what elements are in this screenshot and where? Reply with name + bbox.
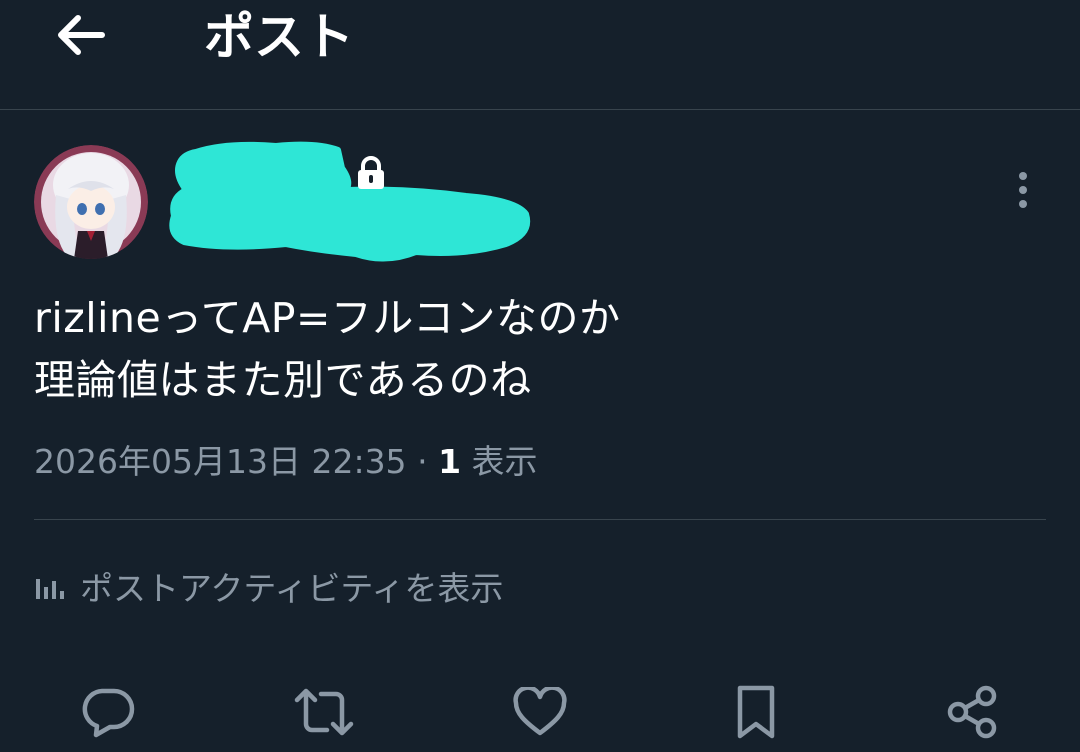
- post-text: rizlineってAP=フルコンなのか 理論値はまた別であるのね: [34, 287, 1044, 411]
- post-activity-label: ポストアクティビティを表示: [80, 569, 504, 608]
- post-activity-button[interactable]: ポストアクティビティを表示: [34, 560, 503, 612]
- timestamp[interactable]: 2026年05月13日 22:35: [34, 442, 407, 481]
- reply-icon: [80, 685, 136, 739]
- display-name-redacted[interactable]: [166, 138, 532, 266]
- views-count: 1: [438, 442, 462, 481]
- post-detail-screen: ポスト rizlineってAP=フルコンなのか 理論値はまた別であるのね 202…: [0, 0, 1080, 752]
- more-vertical-icon: [1017, 170, 1029, 210]
- share-button[interactable]: [940, 680, 1004, 744]
- like-button[interactable]: [508, 680, 572, 744]
- repost-icon: [293, 686, 355, 738]
- post-text-line: 理論値はまた別であるのね: [34, 356, 532, 404]
- repost-button[interactable]: [292, 680, 356, 744]
- bookmark-icon: [734, 684, 778, 740]
- post-text-line: rizlineってAP=フルコンなのか: [34, 294, 621, 342]
- post-meta: 2026年05月13日 22:35 · 1 表示: [34, 438, 538, 486]
- page-title: ポスト: [204, 8, 354, 66]
- avatar[interactable]: [34, 145, 148, 259]
- back-button[interactable]: [50, 8, 110, 62]
- views-label: 表示: [471, 442, 538, 481]
- bookmark-button[interactable]: [724, 680, 788, 744]
- meta-separator: ·: [417, 442, 428, 481]
- arrow-left-icon: [54, 13, 106, 57]
- reply-button[interactable]: [76, 680, 140, 744]
- lock-icon: [355, 155, 387, 191]
- more-button[interactable]: [1000, 165, 1046, 215]
- analytics-icon: [34, 573, 64, 599]
- top-bar: ポスト: [0, 0, 1080, 110]
- share-icon: [944, 684, 1000, 740]
- like-icon: [512, 687, 568, 737]
- divider: [34, 519, 1046, 520]
